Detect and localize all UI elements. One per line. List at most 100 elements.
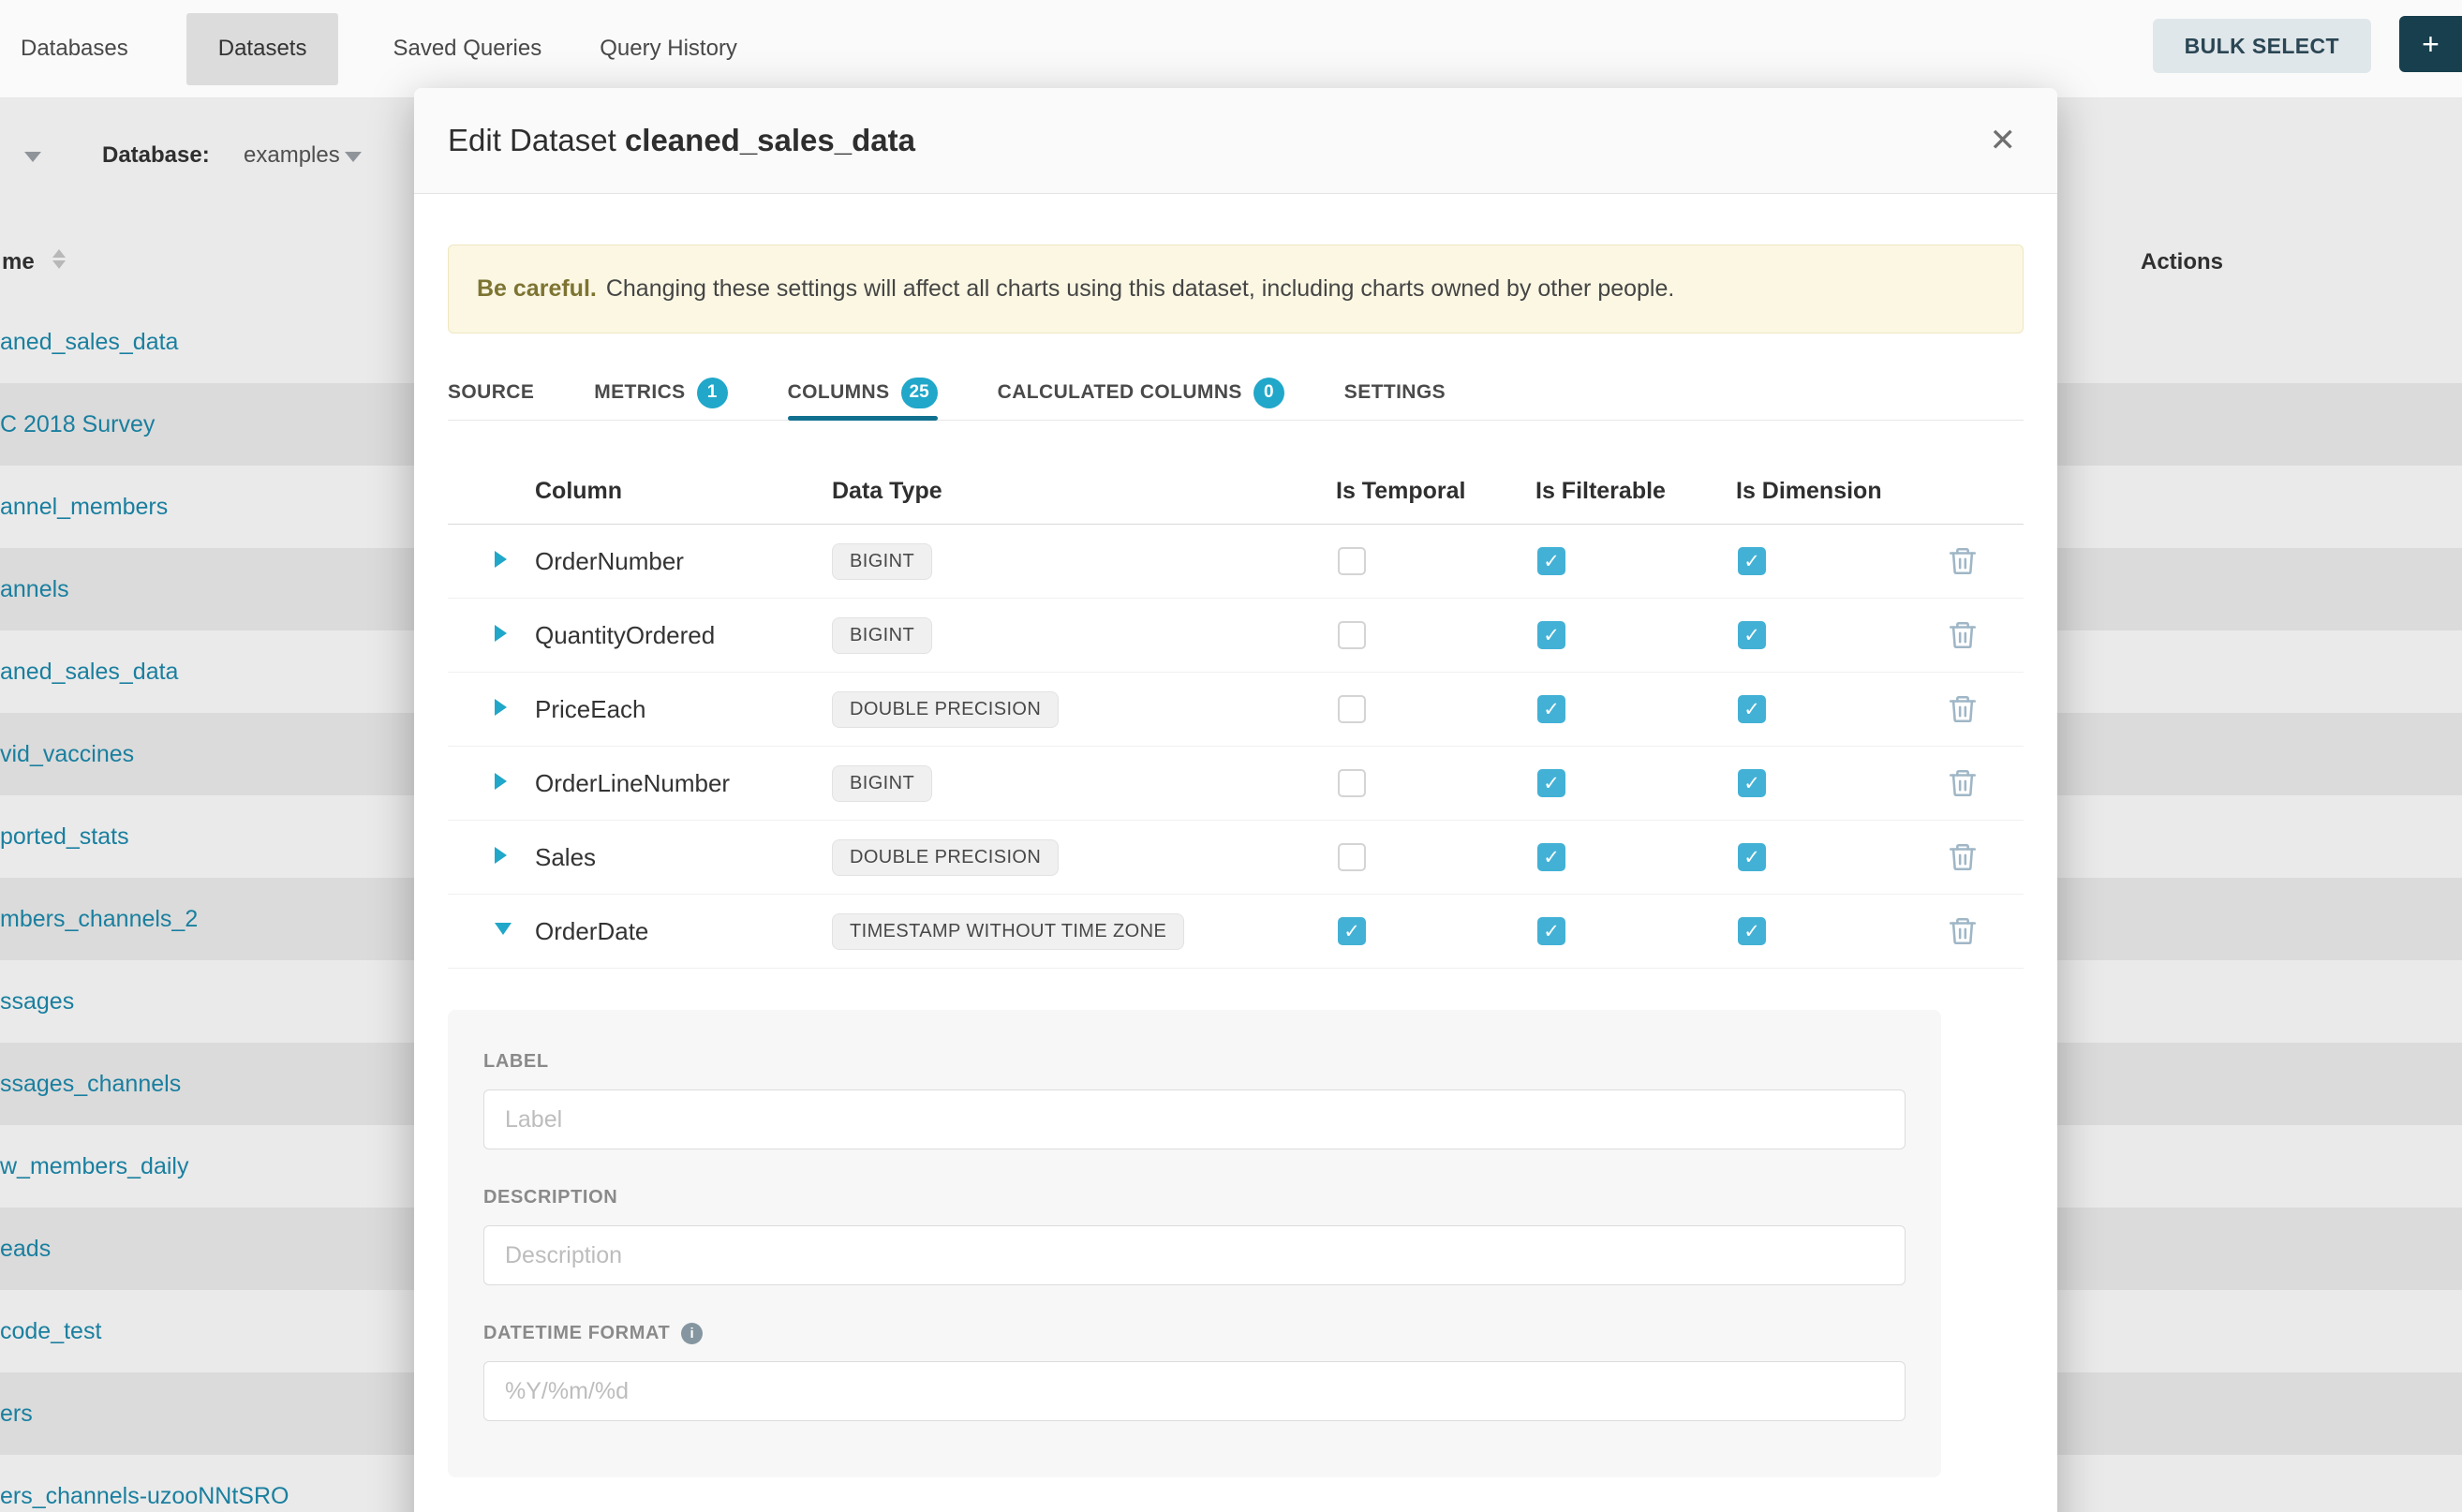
is-filterable-checkbox[interactable]: ✓ (1537, 843, 1565, 871)
top-nav-items: Databases Datasets Saved Queries Query Hist… (0, 0, 795, 97)
caret-cell (448, 847, 535, 868)
bulk-select-button[interactable]: BULK SELECT (2153, 19, 2371, 73)
add-dataset-button[interactable]: + (2399, 16, 2462, 72)
column-row: QuantityOrdered BIGINT ✓ ✓ (448, 599, 2024, 673)
tab-label: CALCULATED COLUMNS (998, 381, 1242, 404)
tab-columns[interactable]: COLUMNS25 (788, 365, 938, 420)
nav-item-query-history[interactable]: Query History (600, 36, 737, 62)
expand-caret-icon[interactable] (495, 847, 507, 864)
nav-item-saved-queries[interactable]: Saved Queries (393, 36, 541, 62)
is-dimension-checkbox[interactable]: ✓ (1738, 547, 1766, 575)
tab-count-badge: 1 (697, 378, 728, 408)
tab-source[interactable]: SOURCE (448, 365, 534, 420)
modal-title-prefix: Edit Dataset (448, 123, 616, 157)
is-filterable-cell: ✓ (1535, 547, 1736, 575)
is-filterable-checkbox[interactable]: ✓ (1537, 621, 1565, 649)
tab-calculated-columns[interactable]: CALCULATED COLUMNS 0 (998, 365, 1284, 420)
description-input[interactable] (483, 1225, 1906, 1285)
data-type-cell: DOUBLE PRECISION (832, 691, 1336, 728)
delete-cell (1935, 619, 2024, 651)
data-type-pill: TIMESTAMP WITHOUT TIME ZONE (832, 913, 1184, 950)
is-temporal-checkbox[interactable] (1338, 769, 1366, 797)
info-icon[interactable] (681, 1323, 703, 1344)
data-type-cell: BIGINT (832, 617, 1336, 654)
caret-cell (448, 625, 535, 646)
is-temporal-checkbox[interactable] (1338, 843, 1366, 871)
is-dimension-cell: ✓ (1736, 843, 1935, 871)
delete-trash-icon[interactable] (1947, 693, 1979, 725)
column-row: OrderDate TIMESTAMP WITHOUT TIME ZONE ✓ … (448, 895, 2024, 969)
data-type-cell: BIGINT (832, 765, 1336, 802)
is-temporal-cell (1336, 695, 1535, 723)
delete-trash-icon[interactable] (1947, 915, 1979, 947)
is-dimension-cell: ✓ (1736, 917, 1935, 945)
delete-trash-icon[interactable] (1947, 619, 1979, 651)
tab-count-badge: 0 (1253, 378, 1284, 408)
label-input[interactable] (483, 1090, 1906, 1149)
is-temporal-checkbox[interactable] (1338, 547, 1366, 575)
data-type-cell: DOUBLE PRECISION (832, 839, 1336, 876)
is-temporal-checkbox[interactable] (1338, 695, 1366, 723)
modal-tabs: SOURCE METRICS1 COLUMNS25 CALCULATED COLUMN… (448, 365, 2024, 421)
data-type-pill: BIGINT (832, 543, 932, 580)
is-filterable-checkbox[interactable]: ✓ (1537, 547, 1565, 575)
delete-cell (1935, 545, 2024, 577)
column-name: QuantityOrdered (535, 621, 832, 650)
tab-label: SOURCE (448, 381, 534, 404)
datetime-format-field-label: DATETIME FORMAT (483, 1323, 1906, 1344)
is-dimension-checkbox[interactable]: ✓ (1738, 843, 1766, 871)
delete-trash-icon[interactable] (1947, 767, 1979, 799)
is-filterable-cell: ✓ (1535, 843, 1736, 871)
is-filterable-cell: ✓ (1535, 769, 1736, 797)
is-temporal-header: Is Temporal (1336, 478, 1535, 505)
nav-item-databases[interactable]: Databases (21, 36, 128, 62)
datetime-format-label-text: DATETIME FORMAT (483, 1323, 670, 1344)
column-name: OrderDate (535, 917, 832, 946)
column-row: OrderLineNumber BIGINT ✓ ✓ (448, 747, 2024, 821)
is-dimension-checkbox[interactable]: ✓ (1738, 621, 1766, 649)
is-dimension-header: Is Dimension (1736, 478, 1935, 505)
delete-cell (1935, 841, 2024, 873)
is-dimension-cell: ✓ (1736, 547, 1935, 575)
tab-metrics[interactable]: METRICS1 (594, 365, 727, 420)
is-temporal-cell: ✓ (1336, 917, 1535, 945)
column-name: OrderNumber (535, 547, 832, 576)
datetime-format-input[interactable] (483, 1361, 1906, 1421)
delete-trash-icon[interactable] (1947, 841, 1979, 873)
caret-cell (448, 699, 535, 720)
tab-settings[interactable]: SETTINGS (1344, 365, 1446, 420)
data-type-pill: BIGINT (832, 617, 932, 654)
column-row: OrderNumber BIGINT ✓ ✓ (448, 525, 2024, 599)
is-temporal-checkbox[interactable]: ✓ (1338, 917, 1366, 945)
is-filterable-checkbox[interactable]: ✓ (1537, 917, 1565, 945)
columns-table-header-row: Column Data Type Is Temporal Is Filterab… (448, 458, 2024, 525)
modal-header: Edit Dataset cleaned_sales_data ✕ (414, 88, 2057, 194)
nav-item-datasets[interactable]: Datasets (186, 13, 339, 85)
is-temporal-cell (1336, 843, 1535, 871)
expand-caret-icon[interactable] (495, 773, 507, 790)
modal-title: Edit Dataset cleaned_sales_data (448, 123, 915, 158)
is-filterable-cell: ✓ (1535, 917, 1736, 945)
delete-trash-icon[interactable] (1947, 545, 1979, 577)
is-filterable-checkbox[interactable]: ✓ (1537, 769, 1565, 797)
expand-caret-icon[interactable] (495, 699, 507, 716)
is-dimension-cell: ✓ (1736, 769, 1935, 797)
is-dimension-checkbox[interactable]: ✓ (1738, 917, 1766, 945)
is-dimension-cell: ✓ (1736, 695, 1935, 723)
is-filterable-header: Is Filterable (1535, 478, 1736, 505)
is-filterable-cell: ✓ (1535, 621, 1736, 649)
is-dimension-checkbox[interactable]: ✓ (1738, 769, 1766, 797)
data-type-pill: DOUBLE PRECISION (832, 691, 1059, 728)
delete-cell (1935, 767, 2024, 799)
is-filterable-checkbox[interactable]: ✓ (1537, 695, 1565, 723)
column-name: OrderLineNumber (535, 769, 832, 798)
is-temporal-checkbox[interactable] (1338, 621, 1366, 649)
is-temporal-cell (1336, 769, 1535, 797)
edit-dataset-modal: Edit Dataset cleaned_sales_data ✕ Be car… (414, 88, 2057, 1512)
expand-caret-icon[interactable] (495, 551, 507, 568)
is-dimension-checkbox[interactable]: ✓ (1738, 695, 1766, 723)
expand-caret-icon[interactable] (495, 923, 512, 935)
close-icon[interactable]: ✕ (1990, 125, 2017, 156)
expand-caret-icon[interactable] (495, 625, 507, 642)
tab-label: SETTINGS (1344, 381, 1446, 404)
